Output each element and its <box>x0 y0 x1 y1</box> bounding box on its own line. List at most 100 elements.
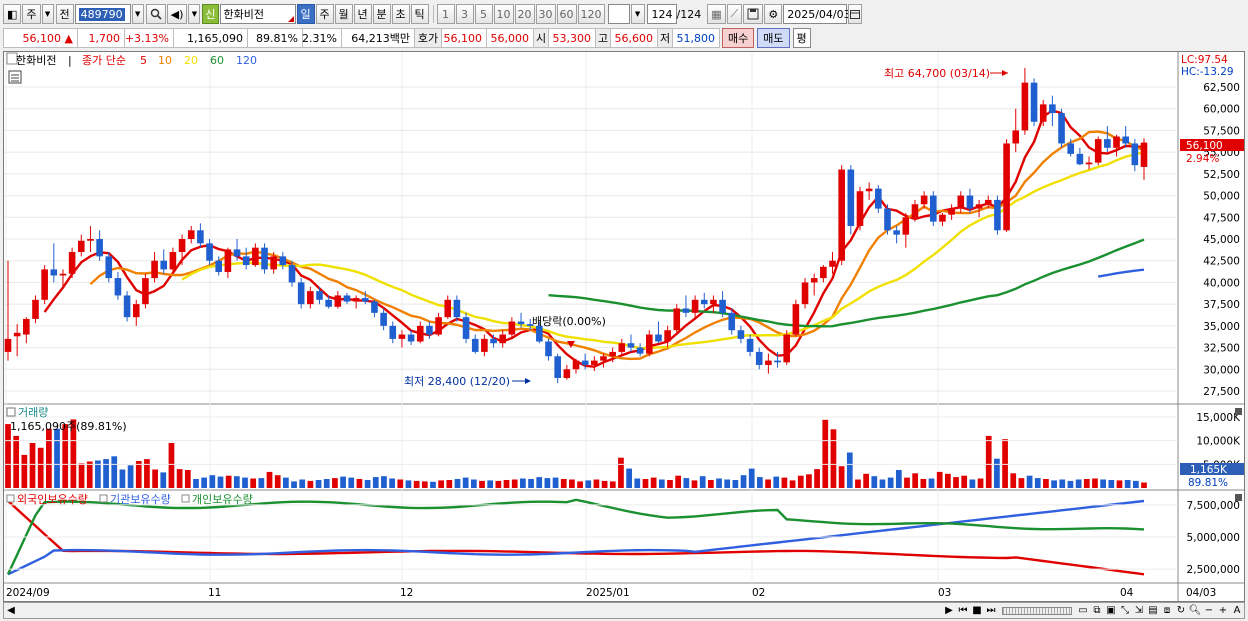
prev-button[interactable]: 전 <box>55 4 74 24</box>
candle-body <box>407 334 415 342</box>
chart-panel[interactable]: 62,500 60,000 57,500 55,000 52,500 50,000 47,5… <box>3 51 1245 602</box>
period-tab[interactable]: 년 <box>353 4 372 24</box>
zoom-in-icon[interactable]: + <box>1216 604 1230 618</box>
stop-icon[interactable]: ■ <box>970 604 984 618</box>
tool-icon-2[interactable]: ⧉ <box>1090 604 1104 618</box>
eval-button[interactable]: 평 <box>792 28 811 48</box>
custom-multiplier-dropdown-icon[interactable]: ▼ <box>630 4 645 24</box>
volume-bar <box>953 477 959 488</box>
volume-bar <box>675 475 682 488</box>
zoom-icon[interactable]: 🔍︎ <box>1188 604 1202 618</box>
candle-body <box>508 321 516 335</box>
x-axis-label: 04 <box>1120 587 1134 599</box>
candle-body <box>600 356 607 361</box>
bar-count-input[interactable]: 124 <box>646 4 677 24</box>
volume-bar <box>1075 479 1082 488</box>
period-tab[interactable]: 월 <box>334 4 353 24</box>
zoom-slider[interactable] <box>1002 606 1072 615</box>
period-tab[interactable]: 주 <box>315 4 334 24</box>
multiplier-tab[interactable]: 10 <box>493 4 514 24</box>
multiplier-tab[interactable]: 30 <box>535 4 556 24</box>
multiplier-tab[interactable]: 1 <box>436 4 455 24</box>
custom-multiplier-input[interactable] <box>607 4 630 24</box>
holdings-tick-label: 5,000,000 <box>1187 532 1240 544</box>
candle-body <box>50 269 58 276</box>
candle-body <box>114 278 122 296</box>
candle-body <box>325 299 332 307</box>
buy-button[interactable]: 매수 <box>722 28 755 48</box>
candle-body <box>87 239 94 241</box>
volume-pane-icon[interactable] <box>6 407 16 417</box>
draw-line-icon[interactable]: ⟋ <box>726 4 743 24</box>
layout-icon[interactable]: ◧ <box>3 4 22 24</box>
sell-button[interactable]: 매도 <box>757 28 790 48</box>
holdings-pane-close-icon[interactable] <box>1235 494 1242 501</box>
candle-body <box>645 334 653 354</box>
sound-icon[interactable]: ◀) <box>166 4 188 24</box>
market-selector[interactable]: 주 <box>22 4 41 24</box>
up-arrow-icon: ▲ <box>64 31 73 45</box>
scroll-left-icon[interactable]: ◀ <box>4 604 18 618</box>
volume-bar <box>1051 480 1057 488</box>
pct-tag: 2.94% <box>1186 153 1219 165</box>
candle-body <box>902 217 910 235</box>
stock-name: 한화비전 <box>223 8 265 21</box>
multiplier-tab[interactable]: 20 <box>514 4 535 24</box>
volume-bar <box>748 468 755 488</box>
volume-info: 1,165,090주(89.81%) <box>10 420 127 433</box>
period-tab[interactable]: 초 <box>391 4 410 24</box>
calendar-icon[interactable] <box>848 4 863 24</box>
multiplier-tab[interactable]: 120 <box>577 4 605 24</box>
candle-body <box>838 169 845 261</box>
candle-body <box>77 240 85 253</box>
search-icon[interactable] <box>145 4 166 24</box>
stock-code-input[interactable]: 489790 <box>74 4 131 24</box>
scroll-right-icon[interactable]: ▶ <box>942 604 956 618</box>
gear-icon[interactable]: ⚙ <box>764 4 783 24</box>
tool-icon-8[interactable]: ↻ <box>1174 604 1188 618</box>
volume-bar <box>144 459 150 488</box>
stock-chart[interactable]: 62,50060,00057,50055,00052,50050,00047,5… <box>4 52 1244 601</box>
candle-body <box>682 308 690 313</box>
tool-icon-1[interactable]: ▭ <box>1076 604 1090 618</box>
x-axis-label: 12 <box>400 587 413 599</box>
save-icon[interactable] <box>743 4 764 24</box>
stock-name-field: 한화비전 <box>219 4 296 24</box>
calculator-icon[interactable] <box>8 70 22 84</box>
volume-bar <box>732 480 739 488</box>
candle-body <box>865 188 873 192</box>
volume-bar <box>846 452 853 488</box>
holdings-legend: 외국인보유수량 기관보유수량 개인보유수량 <box>6 493 253 506</box>
tool-icon-6[interactable]: ▤ <box>1146 604 1160 618</box>
tool-icon-4[interactable]: ⤡ <box>1118 604 1132 618</box>
font-size-icon[interactable]: A <box>1230 604 1244 618</box>
volume-pane-close-icon[interactable] <box>1235 408 1242 415</box>
volume-bar <box>217 476 224 488</box>
grid-icon[interactable]: ▦ <box>707 4 726 24</box>
date-input[interactable]: 2025/04/03 <box>783 4 851 24</box>
ask-price: 56,100 <box>441 28 487 48</box>
chart-scroll-bar[interactable]: ◀ ▶ ⏮ ■ ⏭ ▭ ⧉ ▣ ⤡ ⇲ ▤ ⧈ ↻ 🔍︎ − + A <box>3 602 1245 619</box>
period-tab[interactable]: 일 <box>296 4 315 24</box>
zoom-out-icon[interactable]: − <box>1202 604 1216 618</box>
sound-dropdown-icon[interactable]: ▼ <box>188 4 201 24</box>
multiplier-tab[interactable]: 5 <box>474 4 493 24</box>
multiplier-tab[interactable]: 3 <box>455 4 474 24</box>
code-dropdown-icon[interactable]: ▼ <box>131 4 144 24</box>
scroll-end-right-icon[interactable]: ⏭ <box>984 604 998 618</box>
open-label: 시 <box>533 28 549 48</box>
candle-body <box>151 260 158 279</box>
tool-icon-7[interactable]: ⧈ <box>1160 604 1174 618</box>
volume-bar <box>511 479 518 488</box>
scroll-end-left-icon[interactable]: ⏮ <box>956 604 970 618</box>
x-axis-label: 2024/09 <box>6 587 50 599</box>
multiplier-tab[interactable]: 60 <box>556 4 577 24</box>
period-tab[interactable]: 분 <box>372 4 391 24</box>
candle-body <box>1085 162 1093 165</box>
tool-icon-3[interactable]: ▣ <box>1104 604 1118 618</box>
period-tab[interactable]: 틱 <box>410 4 429 24</box>
volume-bar <box>340 476 346 488</box>
market-dropdown-icon[interactable]: ▼ <box>41 4 54 24</box>
tool-icon-5[interactable]: ⇲ <box>1132 604 1146 618</box>
x-axis-end-label: 04/03 <box>1186 587 1216 599</box>
